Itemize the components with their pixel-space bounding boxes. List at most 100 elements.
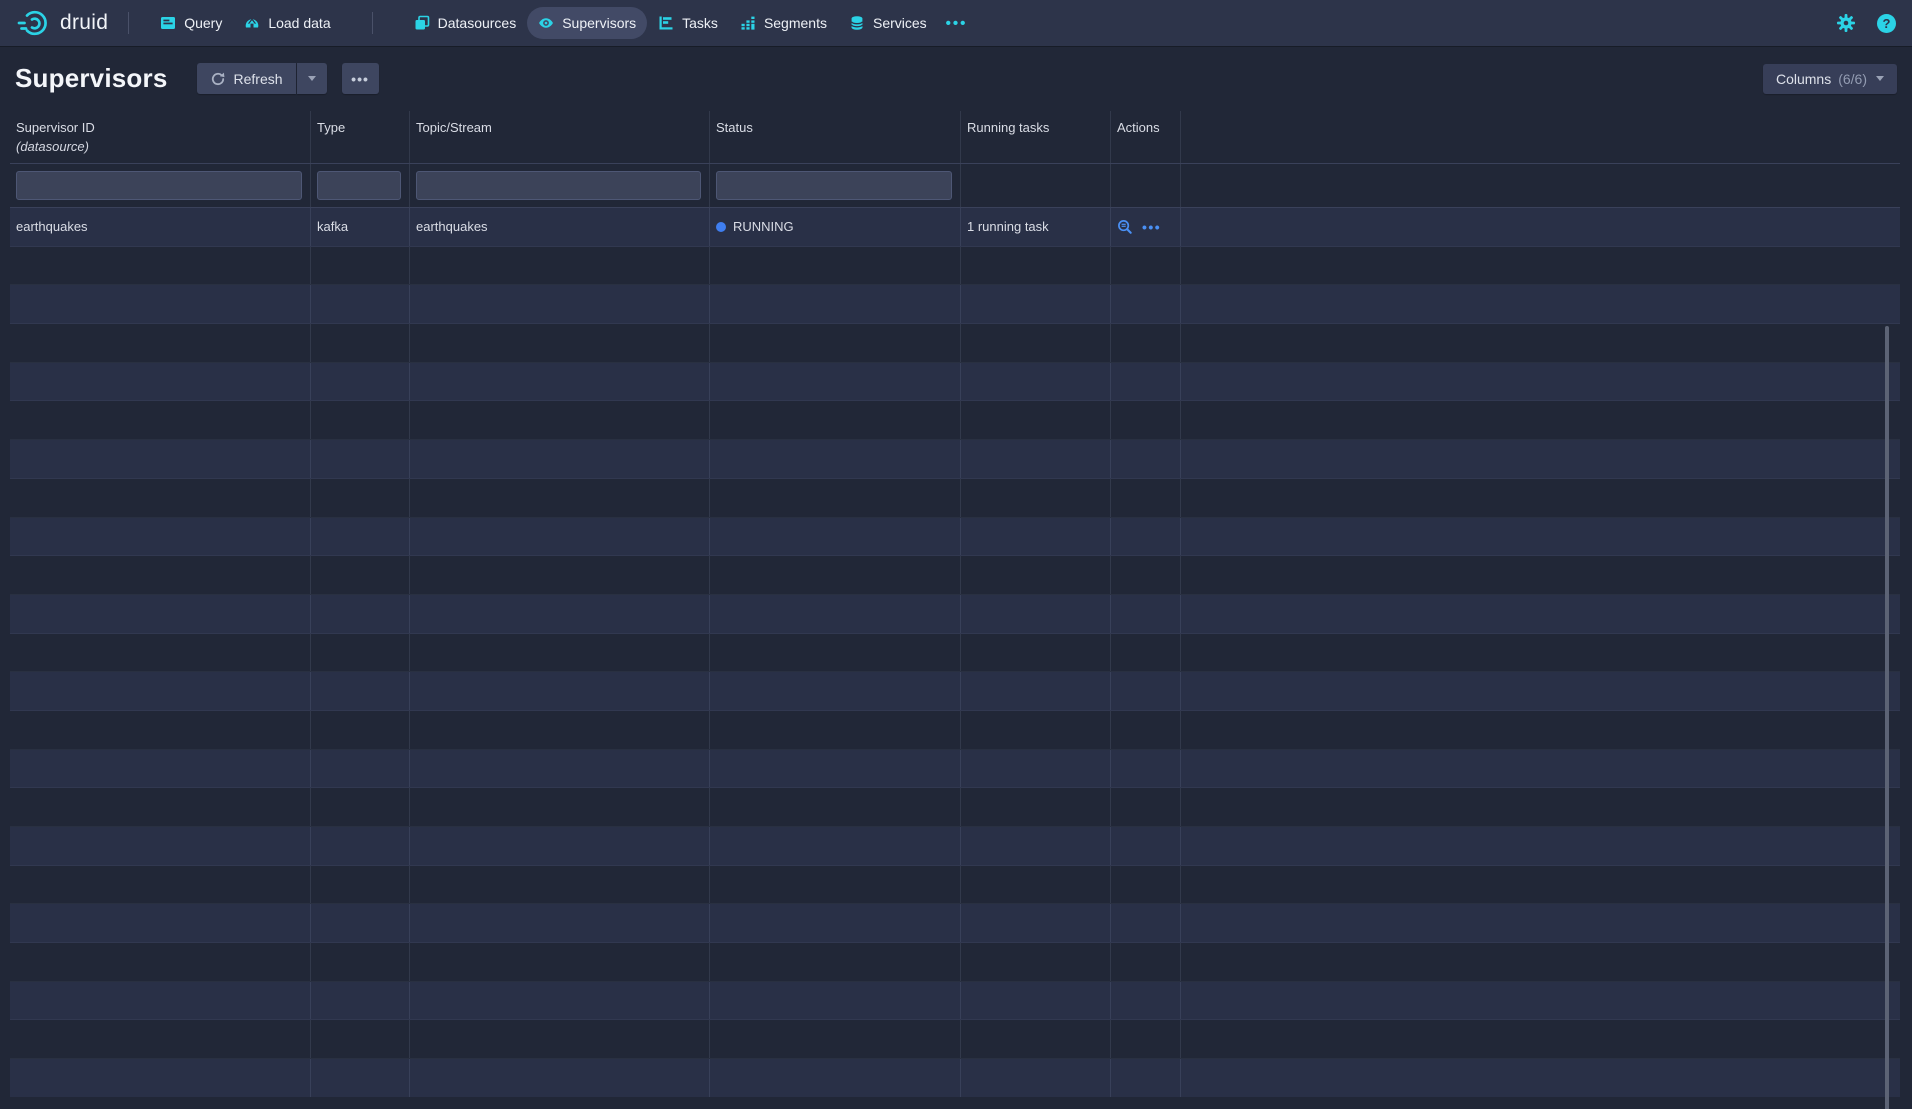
cell-type[interactable]: kafka [311,208,410,246]
gantt-chart-icon [658,15,674,31]
refresh-button[interactable]: Refresh [197,63,296,94]
empty-cell [1181,634,1900,672]
nav-divider [128,12,129,34]
help-icon[interactable]: ? [1877,14,1896,33]
column-header-actions[interactable]: Actions [1111,111,1181,163]
nav-item-services[interactable]: Services [838,7,938,39]
empty-cell [1181,904,1900,942]
empty-cell [710,440,961,478]
empty-cell [1181,711,1900,749]
nav-item-label: Tasks [682,15,718,31]
empty-cell [1181,750,1900,788]
table-empty-row [10,595,1900,634]
console-icon [160,15,176,31]
cell-actions: ••• [1111,208,1181,246]
eye-icon [538,15,554,31]
empty-cell [311,1059,410,1097]
column-header-filler [1181,111,1900,163]
columns-dropdown-button[interactable]: Columns (6/6) [1763,64,1897,94]
column-header-type[interactable]: Type [311,111,410,163]
filter-cell [961,164,1111,207]
nav-item-supervisors[interactable]: Supervisors [527,7,647,39]
filter-input-topic-stream[interactable] [416,171,701,200]
empty-cell [1181,363,1900,401]
column-header-running-tasks[interactable]: Running tasks [961,111,1111,163]
nav-item-segments[interactable]: Segments [729,7,838,39]
nav-item-label: Supervisors [562,15,636,31]
table-header-row: Supervisor ID (datasource) Type Topic/St… [10,111,1900,164]
empty-cell [10,904,311,942]
empty-cell [961,595,1111,633]
filter-input-status[interactable] [716,171,952,200]
empty-cell [710,518,961,556]
cell-supervisor-id[interactable]: earthquakes [10,208,311,246]
cell-filler [1181,208,1900,246]
table-empty-row [10,324,1900,363]
nav-item-datasources[interactable]: Datasources [403,7,528,39]
empty-cell [410,556,710,594]
empty-cell [710,247,961,285]
empty-cell [710,711,961,749]
table-empty-row [10,982,1900,1021]
empty-cell [410,827,710,865]
empty-cell [961,827,1111,865]
empty-cell [961,247,1111,285]
druid-logo[interactable]: druid [16,7,108,39]
empty-cell [1111,440,1181,478]
empty-cell [710,401,961,439]
nav-divider [372,12,373,34]
gear-icon[interactable] [1836,13,1856,33]
empty-cell [710,788,961,826]
empty-cell [961,711,1111,749]
empty-cell [10,750,311,788]
vertical-scrollbar-thumb[interactable] [1885,326,1889,1109]
empty-cell [1111,595,1181,633]
empty-cell [1111,247,1181,285]
filter-input-supervisor-id[interactable] [16,171,302,200]
cell-topic-stream[interactable]: earthquakes [410,208,710,246]
empty-cell [410,750,710,788]
nav-item-tasks[interactable]: Tasks [647,7,729,39]
empty-cell [1111,1020,1181,1058]
nav-more-menu[interactable]: ••• [938,15,976,32]
empty-cell [710,479,961,517]
column-title: Actions [1117,120,1174,135]
empty-cell [961,324,1111,362]
empty-cell [1181,1020,1900,1058]
empty-cell [961,1020,1111,1058]
empty-cell [311,285,410,323]
druid-logo-text: druid [60,11,108,35]
empty-cell [710,285,961,323]
column-header-topic-stream[interactable]: Topic/Stream [410,111,710,163]
empty-cell [1111,788,1181,826]
nav-item-query[interactable]: Query [149,7,233,39]
empty-cell [961,440,1111,478]
empty-cell [710,595,961,633]
datasources-icon [414,15,430,31]
empty-cell [10,788,311,826]
header-more-button[interactable]: ••• [342,63,379,94]
empty-cell [10,440,311,478]
column-title: Topic/Stream [416,120,703,135]
row-more-actions-icon[interactable]: ••• [1142,219,1161,235]
nav-item-load-data[interactable]: Load data [233,7,341,39]
empty-cell [1111,518,1181,556]
inspect-magnifier-icon[interactable] [1117,219,1133,235]
table-empty-row [10,518,1900,557]
cell-status[interactable]: RUNNING [710,208,961,246]
empty-cell [961,672,1111,710]
empty-cell [311,788,410,826]
empty-cell [710,866,961,904]
column-header-status[interactable]: Status [710,111,961,163]
table-empty-row [10,1020,1900,1059]
empty-cell [961,943,1111,981]
upload-icon [244,15,260,31]
column-header-supervisor-id[interactable]: Supervisor ID (datasource) [10,111,311,163]
empty-cell [10,1020,311,1058]
filter-input-type[interactable] [317,171,401,200]
cell-running-tasks[interactable]: 1 running task [961,208,1111,246]
empty-cell [1111,1059,1181,1097]
refresh-dropdown-button[interactable] [297,63,327,94]
empty-cell [710,672,961,710]
empty-cell [961,1059,1111,1097]
